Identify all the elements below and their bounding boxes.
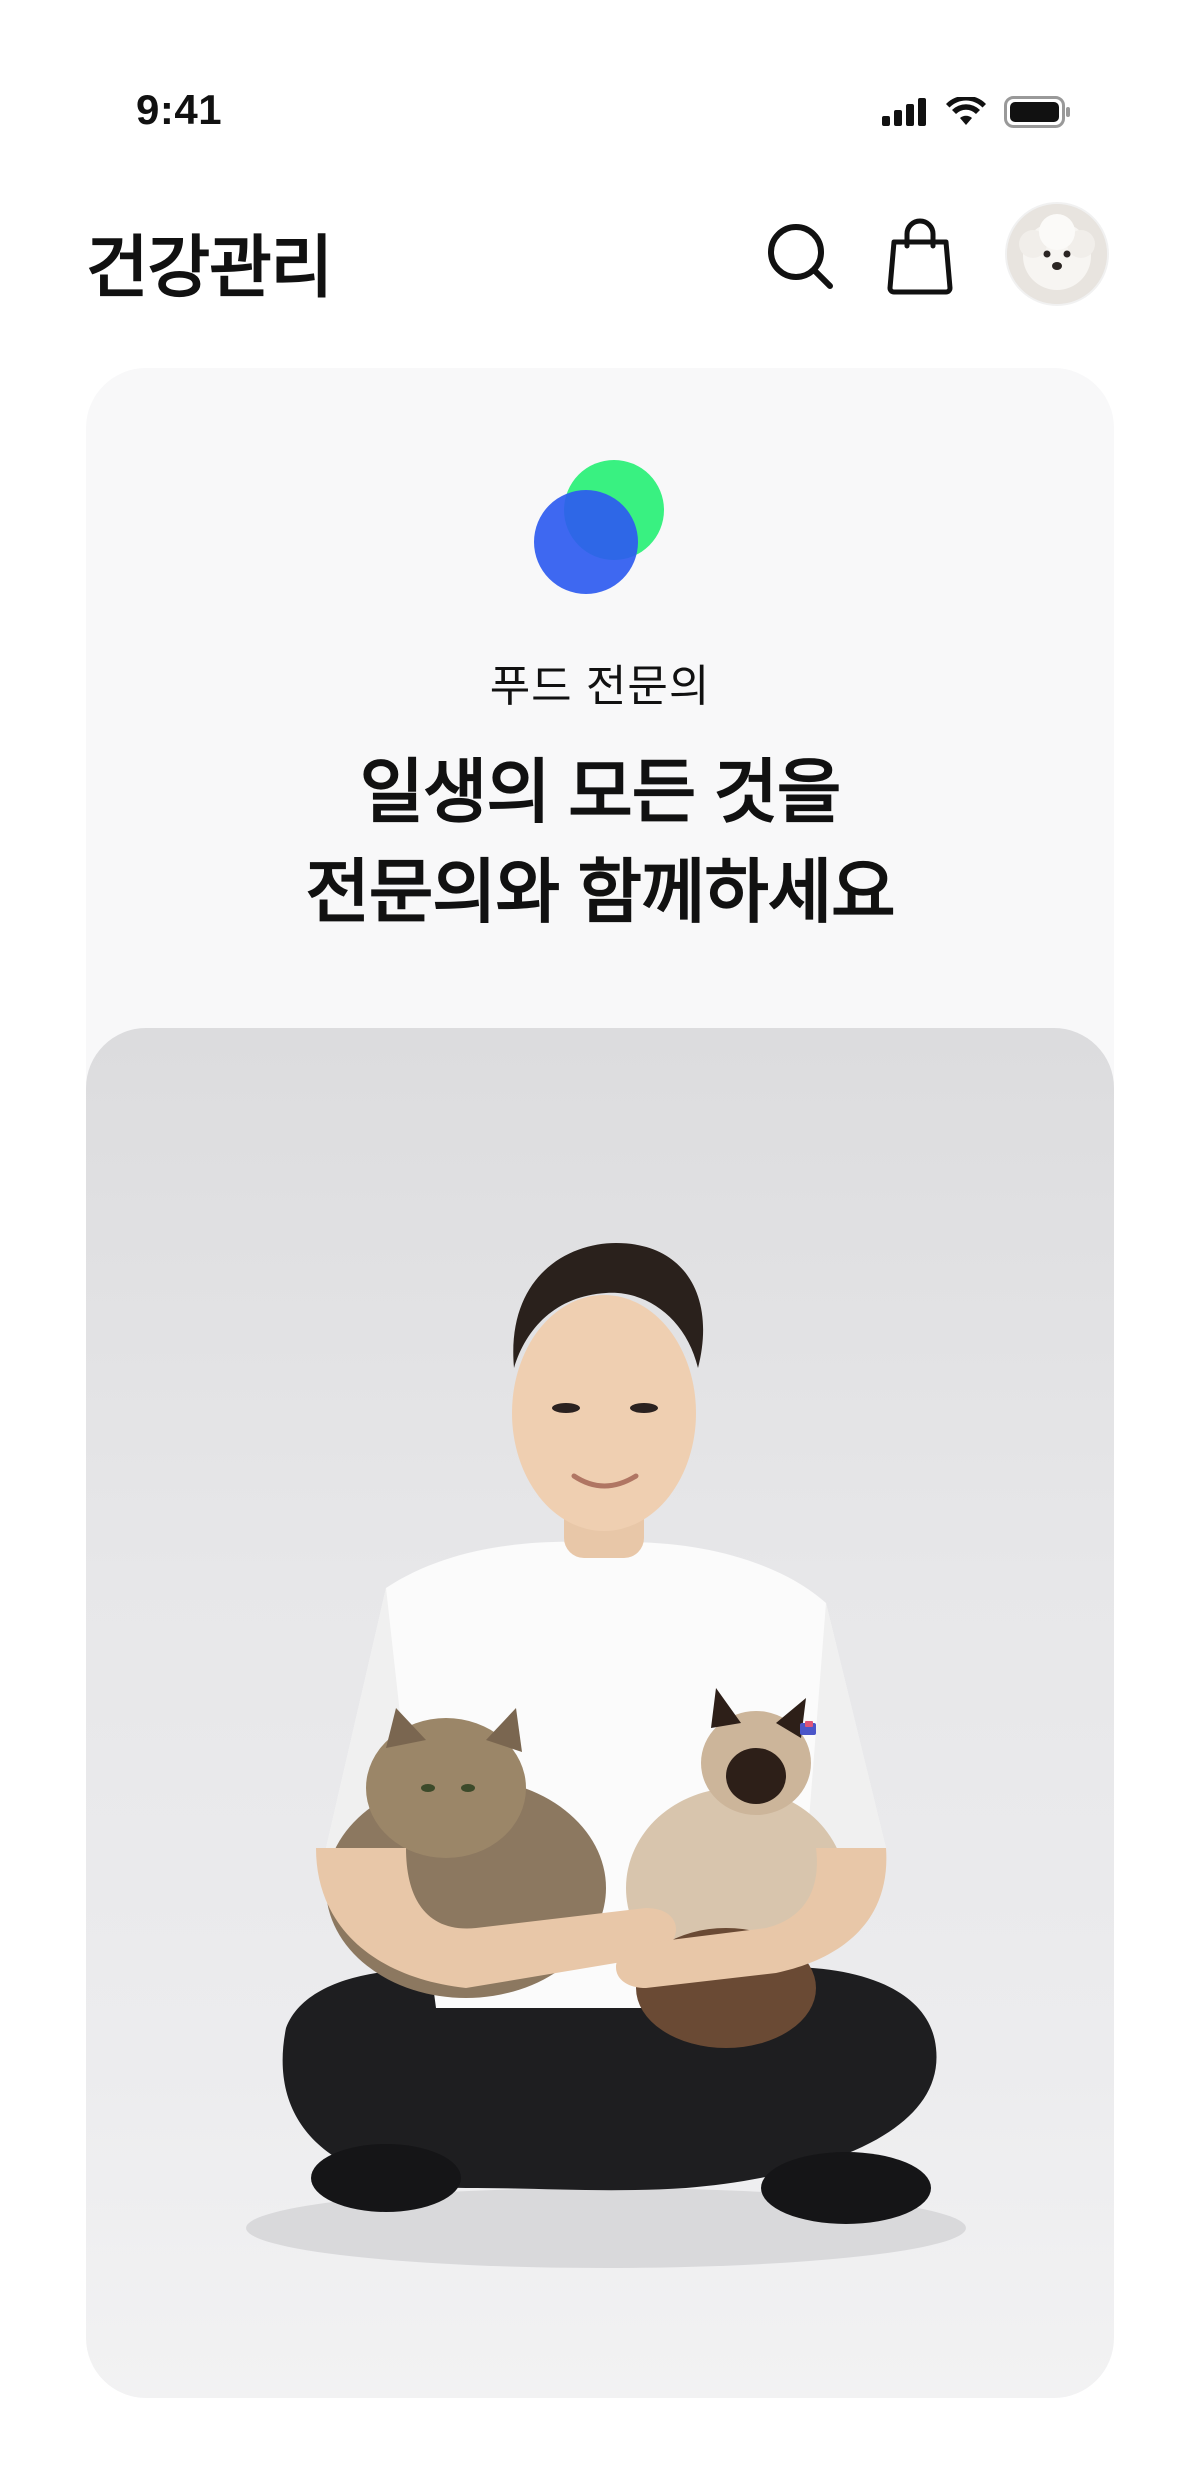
profile-avatar[interactable] [1005,202,1109,306]
card-eyebrow: 푸드 전문의 [489,662,711,711]
page-title: 건강관리 [86,230,333,306]
status-icons [882,96,1072,128]
overlapping-circles-logo-icon [534,460,664,594]
status-time: 9:41 [136,86,223,133]
search-icon [768,224,833,289]
battery-icon [1004,96,1070,128]
shopping-bag-icon [887,218,953,295]
expert-promo-card[interactable]: 푸드 전문의 일생의 모든 것을 전문의와 함께하세요 [86,368,1114,2398]
shopping-bag-button[interactable] [882,216,958,296]
photo-illustration [246,1243,966,2268]
dog-avatar-image [1007,204,1107,304]
wifi-icon [946,97,986,125]
man-with-cats-photo [86,1028,1114,2398]
status-bar: 9:41 [0,0,1200,150]
card-headline-line1: 일생의 모든 것을 [359,753,842,831]
signal-icon [882,98,926,126]
card-headline-line2: 전문의와 함께하세요 [305,853,895,931]
app-header: 건강관리 [0,180,1200,320]
card-headline: 일생의 모든 것을 전문의와 함께하세요 [86,742,1114,942]
search-button[interactable] [762,218,838,294]
